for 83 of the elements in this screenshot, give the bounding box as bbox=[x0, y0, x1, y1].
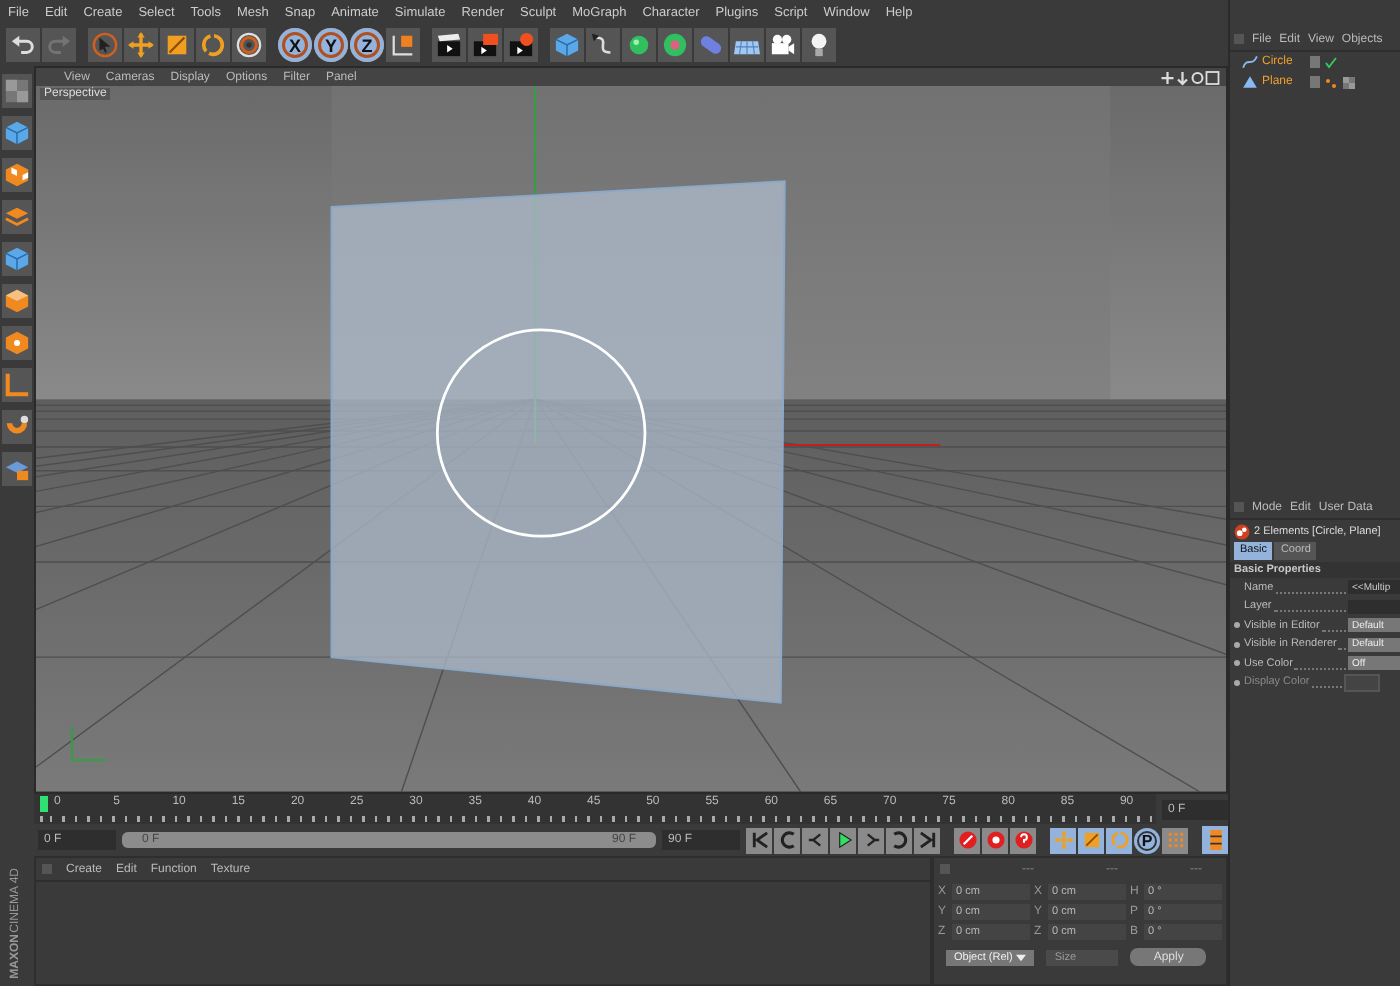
animation-dot-icon[interactable] bbox=[1234, 660, 1240, 667]
key-toggle-button[interactable] bbox=[1106, 827, 1132, 853]
axis-toggle-button[interactable]: Y bbox=[314, 28, 348, 62]
toolbar-button[interactable] bbox=[232, 28, 266, 62]
undo-icon bbox=[10, 32, 36, 58]
animation-dot-icon[interactable] bbox=[1234, 641, 1240, 648]
sphere-icon bbox=[626, 32, 652, 58]
record-button[interactable] bbox=[954, 827, 980, 853]
tool-button[interactable] bbox=[2, 158, 32, 192]
cube-icon bbox=[554, 32, 580, 58]
tool-button[interactable] bbox=[2, 200, 32, 234]
playback-button[interactable] bbox=[830, 827, 856, 853]
tool-button[interactable] bbox=[2, 452, 32, 486]
playback-button[interactable] bbox=[886, 827, 912, 853]
play-icon bbox=[833, 830, 853, 850]
skip-end-icon bbox=[917, 830, 937, 850]
skip-start-icon bbox=[749, 830, 769, 850]
animation-dot-icon[interactable] bbox=[1234, 622, 1240, 629]
light-bulb-icon bbox=[806, 32, 832, 58]
playback-button[interactable] bbox=[746, 827, 772, 853]
text-field[interactable] bbox=[1348, 599, 1400, 614]
cube-icon bbox=[4, 246, 30, 272]
playback-button[interactable] bbox=[802, 827, 828, 853]
clapper-gear-icon bbox=[508, 32, 534, 58]
record-button[interactable] bbox=[982, 827, 1008, 853]
checker-cube-icon bbox=[4, 78, 30, 104]
clapper-icon bbox=[472, 32, 498, 58]
target-icon bbox=[236, 32, 262, 58]
record-button[interactable] bbox=[1010, 827, 1036, 853]
key-toggle-button[interactable] bbox=[1078, 827, 1104, 853]
select-icon bbox=[92, 32, 118, 58]
help-icon bbox=[1013, 830, 1033, 850]
redo-icon bbox=[46, 32, 72, 58]
objects-icon bbox=[1234, 523, 1250, 539]
playback-button[interactable] bbox=[858, 827, 884, 853]
playhead-marker[interactable] bbox=[40, 796, 48, 812]
navigation-icons[interactable] bbox=[1160, 69, 1220, 85]
camera-icon bbox=[770, 32, 796, 58]
dot-grid-icon bbox=[1165, 830, 1185, 850]
record-icon bbox=[957, 830, 977, 850]
layers-icon bbox=[4, 204, 30, 230]
playback-button[interactable] bbox=[914, 827, 940, 853]
tool-button[interactable] bbox=[2, 326, 32, 360]
checkmark-icon[interactable] bbox=[1324, 55, 1338, 69]
lock-icon bbox=[4, 456, 30, 482]
cube-axes-icon bbox=[390, 32, 416, 58]
layout-button[interactable] bbox=[1202, 826, 1228, 854]
cube-icon bbox=[4, 288, 30, 314]
tool-button[interactable] bbox=[2, 284, 32, 318]
rotate-icon bbox=[200, 32, 226, 58]
spline-icon bbox=[1242, 54, 1258, 70]
cube-icon bbox=[4, 120, 30, 146]
toolbar-button[interactable] bbox=[586, 28, 620, 62]
key-toggle-button[interactable]: P bbox=[1134, 827, 1160, 853]
toolbar-button[interactable] bbox=[802, 28, 836, 62]
step-back-icon bbox=[805, 830, 825, 850]
capsule-icon bbox=[698, 32, 724, 58]
scale-icon bbox=[164, 32, 190, 58]
step-forward-icon bbox=[861, 830, 881, 850]
pen-icon bbox=[590, 32, 616, 58]
triangle-icon bbox=[1242, 74, 1258, 90]
caret-icon bbox=[1016, 953, 1027, 961]
toolbar-button[interactable] bbox=[766, 28, 800, 62]
scale-icon bbox=[1081, 830, 1101, 850]
move-icon bbox=[128, 32, 154, 58]
axis-toggle-button[interactable]: Z bbox=[350, 28, 384, 62]
cube-icon bbox=[4, 330, 30, 356]
film-strip-icon bbox=[1205, 830, 1225, 850]
tool-button[interactable] bbox=[2, 410, 32, 444]
corner-icon bbox=[4, 372, 30, 398]
toolbar-button[interactable] bbox=[432, 28, 466, 62]
rotate-icon bbox=[1109, 830, 1129, 850]
move-icon bbox=[1053, 830, 1073, 850]
axis-toggle-button[interactable]: X bbox=[278, 28, 312, 62]
record-icon bbox=[985, 830, 1005, 850]
checker-cube-icon bbox=[4, 162, 30, 188]
key-toggle-button[interactable] bbox=[1162, 827, 1188, 853]
playback-button[interactable] bbox=[774, 827, 800, 853]
dots-icon[interactable] bbox=[1324, 75, 1338, 89]
key-toggle-button[interactable] bbox=[1050, 827, 1076, 853]
clapper-icon bbox=[436, 32, 462, 58]
tool-button[interactable] bbox=[2, 368, 32, 402]
checker-cube-icon[interactable] bbox=[1342, 75, 1356, 89]
